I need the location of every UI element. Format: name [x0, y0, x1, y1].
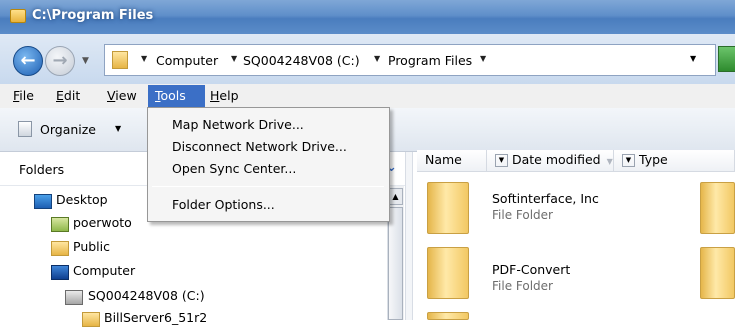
folder-icon[interactable] — [700, 247, 735, 299]
folder-icon[interactable] — [427, 247, 469, 299]
column-name-label: Name — [425, 152, 462, 167]
folder-icon — [51, 241, 69, 256]
folder-icon — [10, 9, 26, 23]
user-folder-icon — [51, 217, 69, 232]
file-type-label: File Folder — [492, 279, 553, 293]
sort-arrow-icon: ▼ — [606, 157, 613, 166]
breadcrumb-program-files[interactable]: Program Files — [388, 53, 472, 68]
column-header-type[interactable]: ▼ Type — [614, 150, 735, 172]
back-button[interactable]: ← — [13, 46, 43, 76]
refresh-button[interactable] — [718, 46, 735, 72]
breadcrumb-arrow-icon[interactable]: ▼ — [141, 54, 147, 63]
menu-item-open-sync-center[interactable]: Open Sync Center... — [172, 161, 296, 176]
file-name-softinterface[interactable]: Softinterface, Inc — [492, 191, 599, 206]
tree-item-desktop[interactable]: Desktop — [56, 192, 108, 207]
menu-view[interactable]: View — [107, 88, 137, 103]
scroll-up-arrow-icon[interactable]: ▲ — [388, 188, 403, 205]
menu-item-disconnect-network-drive[interactable]: Disconnect Network Drive... — [172, 139, 347, 154]
menu-tools[interactable]: Tools — [155, 88, 186, 103]
pane-splitter[interactable] — [405, 152, 413, 320]
column-date-label: Date modified — [512, 152, 601, 167]
forward-button[interactable]: → — [45, 46, 75, 76]
breadcrumb-arrow-icon[interactable]: ▼ — [231, 54, 237, 63]
column-header-date-modified[interactable]: ▼ Date modified ▼ — [487, 150, 614, 172]
computer-icon — [51, 265, 69, 280]
breadcrumb-computer[interactable]: Computer — [156, 53, 218, 68]
column-type-label: Type — [639, 152, 668, 167]
address-history-dropdown-icon[interactable]: ▼ — [690, 54, 696, 63]
recent-pages-dropdown-icon[interactable]: ▼ — [82, 56, 89, 66]
file-name-pdf-convert[interactable]: PDF-Convert — [492, 262, 570, 277]
file-type-label: File Folder — [492, 208, 553, 222]
tree-item-public[interactable]: Public — [73, 239, 110, 254]
menu-item-map-network-drive[interactable]: Map Network Drive... — [172, 117, 304, 132]
column-filter-dropdown-icon[interactable]: ▼ — [622, 154, 635, 167]
folders-label: Folders — [19, 162, 65, 177]
tree-item-billserver[interactable]: BillServer6_51r2 — [104, 310, 207, 325]
drive-icon — [65, 290, 83, 305]
tree-item-poerwoto[interactable]: poerwoto — [73, 215, 132, 230]
tree-item-drive[interactable]: SQ004248V08 (C:) — [88, 288, 205, 303]
menu-item-folder-options[interactable]: Folder Options... — [172, 197, 275, 212]
column-header-name[interactable]: Name — [417, 150, 487, 172]
folder-icon — [112, 51, 128, 69]
window-title: C:\Program Files — [32, 8, 154, 23]
folder-icon[interactable] — [427, 312, 469, 320]
tree-item-computer[interactable]: Computer — [73, 263, 135, 278]
breadcrumb-drive[interactable]: SQ004248V08 (C:) — [243, 53, 360, 68]
menu-help[interactable]: Help — [210, 88, 239, 103]
organize-dropdown-icon[interactable]: ▼ — [115, 124, 121, 133]
menu-edit[interactable]: Edit — [56, 88, 80, 103]
breadcrumb-arrow-icon[interactable]: ▼ — [374, 54, 380, 63]
folder-icon[interactable] — [427, 182, 469, 234]
folder-icon[interactable] — [700, 182, 735, 234]
menu-file[interactable]: File — [13, 88, 34, 103]
desktop-icon — [34, 194, 52, 209]
organize-button[interactable]: Organize — [40, 122, 96, 137]
menu-separator — [152, 186, 384, 187]
column-filter-dropdown-icon[interactable]: ▼ — [495, 154, 508, 167]
scrollbar-thumb[interactable] — [388, 207, 403, 320]
organize-icon — [18, 121, 32, 137]
breadcrumb-arrow-icon[interactable]: ▼ — [480, 54, 486, 63]
